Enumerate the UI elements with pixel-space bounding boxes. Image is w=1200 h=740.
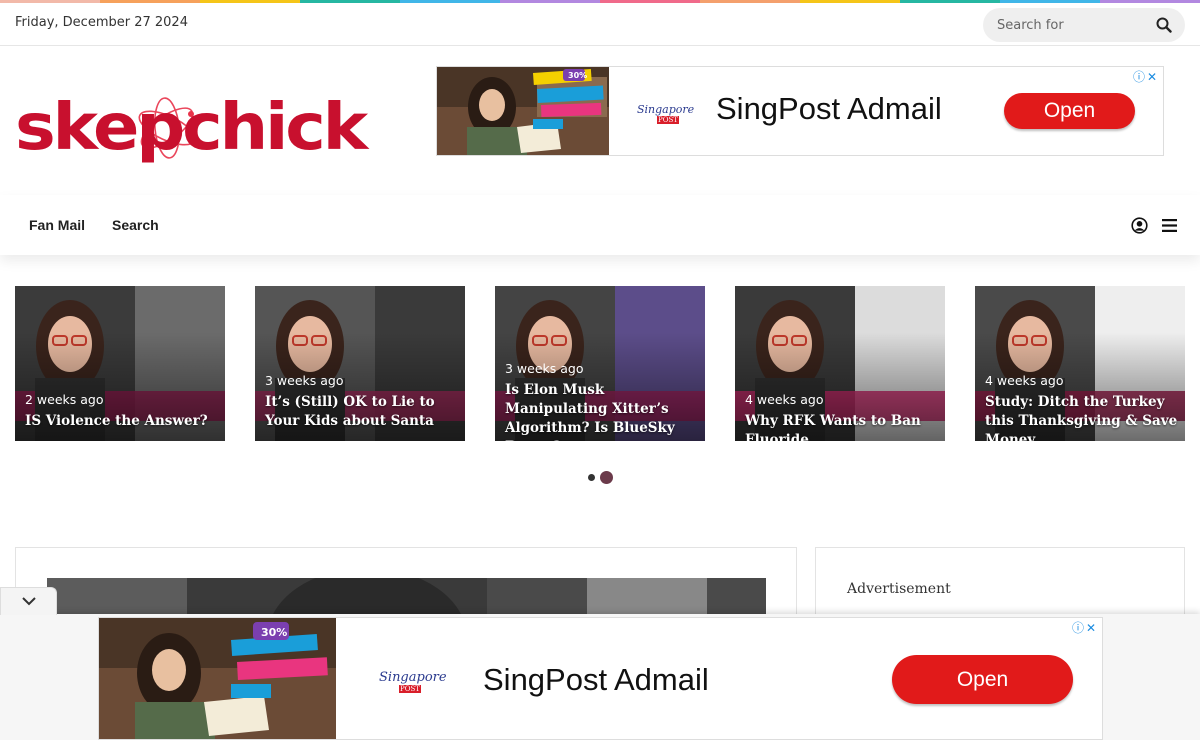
- chevron-down-icon[interactable]: [21, 596, 37, 606]
- ad-open-button[interactable]: Open: [892, 655, 1073, 704]
- search-icon[interactable]: [1156, 17, 1172, 33]
- card-title[interactable]: Study: Ditch the Turkey this Thanksgivin…: [985, 393, 1180, 441]
- bottom-anchor-ad-container: 30% Singapore POST SingPost Admail Open ⓘ…: [0, 614, 1200, 740]
- svg-text:30%: 30%: [568, 71, 587, 80]
- card-title[interactable]: IS Violence the Answer?: [25, 412, 220, 431]
- card-title[interactable]: Why RFK Wants to Ban Fluoride: [745, 412, 940, 441]
- top-banner-ad[interactable]: 30% Singapore POST SingPost Admail Open ⓘ…: [436, 66, 1164, 156]
- slider-card[interactable]: 4 weeks ago Study: Ditch the Turkey this …: [975, 286, 1185, 441]
- ad-choices-icon[interactable]: ⓘ✕: [1133, 68, 1159, 85]
- advertisement-label: Advertisement: [847, 581, 951, 597]
- card-timestamp: 3 weeks ago: [265, 373, 344, 388]
- nav-item-search[interactable]: Search: [112, 217, 159, 233]
- ad-image[interactable]: 30%: [99, 618, 336, 739]
- ad-brand-logo: Singapore POST: [379, 670, 447, 693]
- card-timestamp: 4 weeks ago: [745, 392, 824, 407]
- ad-title[interactable]: SingPost Admail: [483, 662, 709, 698]
- slider-pagination: [587, 470, 617, 484]
- card-title[interactable]: It’s (Still) OK to Lie to Your Kids abou…: [265, 393, 460, 431]
- card-timestamp: 3 weeks ago: [505, 361, 584, 376]
- search-box[interactable]: [983, 8, 1185, 42]
- logo-text: skepchick: [15, 91, 370, 165]
- ad-open-button[interactable]: Open: [1004, 93, 1135, 129]
- main-navigation: Fan Mail Search: [0, 195, 1200, 255]
- site-logo[interactable]: skepchick: [15, 86, 370, 170]
- slider-card[interactable]: 2 weeks ago IS Violence the Answer?: [15, 286, 225, 441]
- current-date: Friday, December 27 2024: [15, 15, 188, 30]
- hamburger-menu-icon[interactable]: [1162, 219, 1177, 232]
- card-title[interactable]: Is Elon Musk Manipulating Xitter’s Algor…: [505, 381, 700, 441]
- ad-choices-icon[interactable]: ⓘ✕: [1072, 619, 1098, 636]
- ad-title[interactable]: SingPost Admail: [716, 91, 942, 127]
- card-timestamp: 4 weeks ago: [985, 373, 1064, 388]
- nav-item-fan-mail[interactable]: Fan Mail: [29, 217, 85, 233]
- top-bar: Friday, December 27 2024: [0, 3, 1200, 46]
- user-circle-icon[interactable]: [1131, 217, 1148, 234]
- slider-dot-1[interactable]: [588, 474, 595, 481]
- svg-text:30%: 30%: [261, 626, 287, 639]
- ad-brand-logo: Singapore POST: [637, 103, 695, 124]
- collapse-ad-button[interactable]: [0, 587, 57, 615]
- search-input[interactable]: [997, 16, 1147, 34]
- card-timestamp: 2 weeks ago: [25, 392, 104, 407]
- slider-card[interactable]: 3 weeks ago Is Elon Musk Manipulating Xit…: [495, 286, 705, 441]
- slider-card[interactable]: 3 weeks ago It’s (Still) OK to Lie to You…: [255, 286, 465, 441]
- slider-dot-2[interactable]: [600, 471, 613, 484]
- slider-card[interactable]: 4 weeks ago Why RFK Wants to Ban Fluoride: [735, 286, 945, 441]
- bottom-banner-ad[interactable]: 30% Singapore POST SingPost Admail Open ⓘ…: [98, 617, 1103, 740]
- ad-image[interactable]: 30%: [437, 67, 609, 155]
